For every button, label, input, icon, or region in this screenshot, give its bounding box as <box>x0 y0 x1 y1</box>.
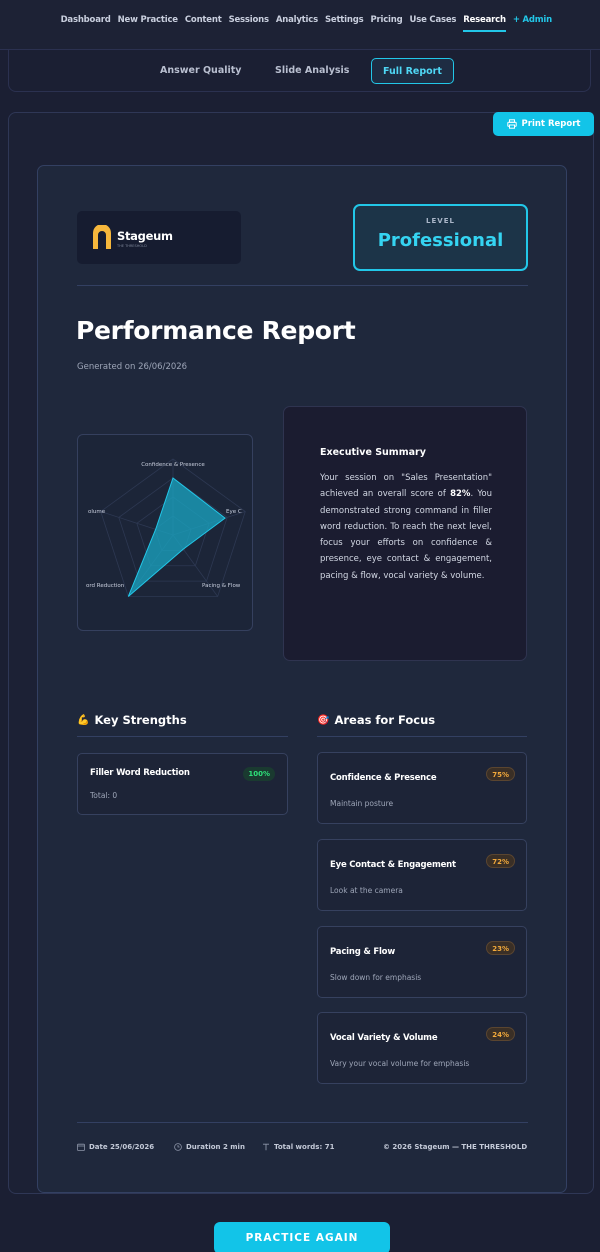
flexed-arm-icon: 💪 <box>77 714 90 726</box>
footer-copyright-text: © 2026 Stageum — THE THRESHOLD <box>383 1143 528 1151</box>
nav-settings[interactable]: Settings <box>325 15 364 32</box>
calendar-icon <box>77 1143 85 1151</box>
nav-new-practice[interactable]: New Practice <box>118 15 178 32</box>
printer-icon <box>506 119 517 129</box>
focus-name: Eye Contact & Engagement <box>330 860 456 870</box>
radar-axis-label: Confidence & Presence <box>141 462 205 468</box>
footer-words: Total words: 71 <box>262 1143 334 1151</box>
summary-title: Executive Summary <box>320 447 426 458</box>
report-subtabs: Answer Quality Slide Analysis Full Repor… <box>8 50 591 92</box>
focus-name: Confidence & Presence <box>330 773 437 783</box>
nav-content[interactable]: Content <box>185 15 222 32</box>
executive-summary: Executive Summary Your session on "Sales… <box>283 406 527 661</box>
generated-date: Generated on 26/06/2026 <box>77 362 188 372</box>
top-navbar: Dashboard New Practice Content Sessions … <box>0 0 600 50</box>
summary-text: Your session on "Sales Presentation" ach… <box>320 470 492 584</box>
tab-full-report[interactable]: Full Report <box>371 58 454 84</box>
logo-tagline: THE THRESHOLD <box>117 244 147 248</box>
clock-icon <box>174 1143 182 1151</box>
focus-name: Pacing & Flow <box>330 947 395 957</box>
print-report-button[interactable]: Print Report <box>493 112 594 136</box>
focus-title: Areas for Focus <box>334 713 436 727</box>
focus-detail: Slow down for emphasis <box>330 973 422 982</box>
radar-chart-svg: Confidence & Presence Eye C Pacing & Flow o… <box>86 458 246 597</box>
focus-score-badge: 72% <box>486 854 515 868</box>
footer-date-text: Date 25/06/2026 <box>89 1143 155 1151</box>
focus-item: Pacing & Flow 23% Slow down for emphasis <box>317 926 527 998</box>
radar-chart: Confidence & Presence Eye C Pacing & Flow o… <box>77 434 253 631</box>
strength-item: Filler Word Reduction 100% Total: 0 <box>77 753 288 815</box>
focus-detail: Vary your vocal volume for emphasis <box>330 1059 470 1068</box>
logo-name: Stageum <box>117 229 173 243</box>
strengths-heading: 💪 Key Strengths <box>77 713 187 727</box>
arch-logo-icon <box>93 225 111 249</box>
radar-axis-label: olume <box>88 509 106 515</box>
strength-name: Filler Word Reduction <box>90 768 190 778</box>
focus-score-badge: 24% <box>486 1027 515 1041</box>
focus-detail: Look at the camera <box>330 886 403 895</box>
main-nav: Dashboard New Practice Content Sessions … <box>61 15 552 32</box>
practice-again-button[interactable]: PRACTICE AGAIN <box>214 1222 390 1252</box>
nav-dashboard[interactable]: Dashboard <box>61 15 111 32</box>
strengths-title: Key Strengths <box>94 713 187 727</box>
target-icon: 🎯 <box>317 714 330 726</box>
level-badge: LEVEL Professional <box>353 204 528 271</box>
focus-heading: 🎯 Areas for Focus <box>317 713 435 727</box>
focus-item: Eye Contact & Engagement 72% Look at the… <box>317 839 527 911</box>
footer-date: Date 25/06/2026 <box>77 1143 154 1151</box>
radar-axis-label: Eye C <box>226 509 242 515</box>
focus-item: Vocal Variety & Volume 24% Vary your voc… <box>317 1012 527 1084</box>
level-value: Professional <box>377 230 504 251</box>
footer-copyright: © 2026 Stageum — THE THRESHOLD <box>383 1143 527 1151</box>
summary-text-post: . You demonstrated strong command in fil… <box>320 489 492 581</box>
nav-pricing[interactable]: Pricing <box>370 15 402 32</box>
nav-sessions[interactable]: Sessions <box>229 15 269 32</box>
text-icon <box>263 1143 269 1151</box>
strength-score-badge: 100% <box>243 767 275 781</box>
focus-divider <box>317 736 527 737</box>
page-title: Performance Report <box>76 316 356 345</box>
print-report-label: Print Report <box>521 119 581 129</box>
footer-words-text: Total words: 71 <box>274 1143 335 1151</box>
nav-admin[interactable]: + Admin <box>513 15 552 32</box>
radar-axis-label: ord Reduction <box>86 583 125 589</box>
footer-duration: Duration 2 min <box>174 1143 245 1151</box>
radar-axis-label: Pacing & Flow <box>202 583 241 589</box>
focus-name: Vocal Variety & Volume <box>330 1033 438 1043</box>
focus-score-badge: 23% <box>486 941 515 955</box>
footer-divider <box>77 1122 528 1123</box>
report-card: Stageum THE THRESHOLD LEVEL Professional… <box>37 165 567 1193</box>
focus-item: Confidence & Presence 75% Maintain postu… <box>317 752 527 824</box>
brand-logo: Stageum THE THRESHOLD <box>77 211 241 264</box>
focus-score-badge: 75% <box>486 767 515 781</box>
radar-score-area <box>127 477 226 597</box>
strengths-divider <box>77 736 288 737</box>
focus-detail: Maintain posture <box>330 799 394 808</box>
tab-answer-quality[interactable]: Answer Quality <box>160 58 241 84</box>
strength-detail: Total: 0 <box>90 791 118 800</box>
nav-analytics[interactable]: Analytics <box>276 15 318 32</box>
footer-duration-text: Duration 2 min <box>186 1143 245 1151</box>
summary-score: 82% <box>450 489 471 500</box>
nav-use-cases[interactable]: Use Cases <box>410 15 457 32</box>
nav-research[interactable]: Research <box>463 15 506 32</box>
header-divider <box>77 285 528 286</box>
level-label: LEVEL <box>426 217 455 225</box>
tab-slide-analysis[interactable]: Slide Analysis <box>275 58 349 84</box>
